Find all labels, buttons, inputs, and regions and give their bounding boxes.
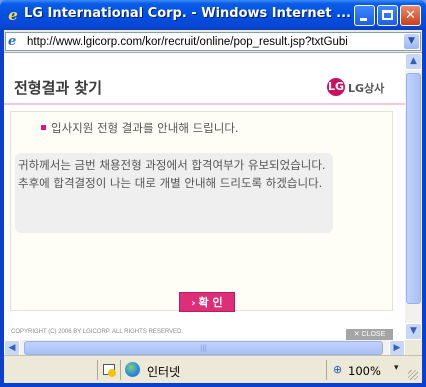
maximize-icon <box>382 10 393 20</box>
internet-explorer-icon: e <box>8 6 18 24</box>
scroll-left-icon[interactable]: ◀ <box>4 340 20 356</box>
status-bar: 인터넷 ⊕ 100% ▾ <box>4 355 422 383</box>
vertical-scroll-thumb[interactable] <box>406 73 421 304</box>
zoom-icon[interactable]: ⊕ <box>333 363 342 376</box>
horizontal-scroll-thumb[interactable]: ||| <box>24 341 383 355</box>
title-bar[interactable]: e LG International Corp. - Windows Inter… <box>0 0 426 30</box>
scroll-right-icon[interactable]: ▶ <box>389 340 405 356</box>
scrollbar-corner <box>405 340 422 356</box>
resize-grip[interactable] <box>408 370 418 380</box>
close-icon: ✕ <box>405 8 416 23</box>
address-field[interactable]: e http://www.lgicorp.com/kor/recruit/onl… <box>5 32 421 51</box>
copyright-text: COPYRIGHT (C) 2006 BY LGICORP. ALL RIGHT… <box>11 329 184 335</box>
result-message-line: 귀하께서는 금번 채용전형 과정에서 합격여부가 유보되었습니다. <box>18 158 326 172</box>
status-divider <box>326 360 327 380</box>
minimize-button[interactable] <box>354 5 375 26</box>
confirm-label: 확 인 <box>198 296 223 309</box>
notice-text: 입사지원 전형 결과를 안내해 드립니다. <box>51 121 239 135</box>
page-icon: e <box>8 34 17 49</box>
minimize-icon <box>360 18 367 21</box>
page-viewport: 전형결과 찾기 LG LG상사 입사지원 전형 결과를 안내해 드립니다. › 확… <box>4 52 422 356</box>
scroll-down-icon[interactable]: ▼ <box>405 323 422 340</box>
close-window-button[interactable]: ✕ <box>400 5 421 26</box>
address-url[interactable]: http://www.lgicorp.com/kor/recruit/onlin… <box>27 34 403 50</box>
security-zone-text[interactable]: 인터넷 <box>147 363 180 380</box>
scroll-up-icon[interactable]: ▲ <box>405 53 422 70</box>
lg-logo-icon: LG <box>327 78 345 96</box>
result-message-line: 추후에 합격결정이 나는 대로 개별 안내해 드리도록 하겠습니다. <box>18 176 323 190</box>
confirm-button[interactable]: › 확 인 <box>179 292 235 312</box>
status-divider <box>97 360 98 380</box>
page-title: 전형결과 찾기 <box>14 79 103 97</box>
vertical-scrollbar[interactable]: ▲ ▼ <box>405 53 422 340</box>
page-content: 전형결과 찾기 LG LG상사 입사지원 전형 결과를 안내해 드립니다. › 확… <box>4 53 405 340</box>
address-bar: e http://www.lgicorp.com/kor/recruit/onl… <box>4 30 422 52</box>
zoom-dropdown-icon[interactable]: ▾ <box>394 363 399 373</box>
zoom-level[interactable]: 100% <box>348 364 381 378</box>
title-divider <box>4 103 405 105</box>
bullet-icon <box>41 125 46 130</box>
horizontal-scrollbar[interactable]: ◀ ||| ▶ <box>4 340 405 356</box>
globe-icon <box>125 362 140 377</box>
window-title: LG International Corp. - Windows Interne… <box>24 6 351 21</box>
browser-window: e LG International Corp. - Windows Inter… <box>0 0 426 387</box>
status-divider <box>120 360 121 380</box>
close-popup-button[interactable]: ✕ CLOSE <box>346 329 393 340</box>
lg-logo-text: LG상사 <box>348 82 385 95</box>
result-panel: 입사지원 전형 결과를 안내해 드립니다. › 확 인 <box>10 111 393 312</box>
address-dropdown-icon[interactable]: ▼ <box>404 34 419 49</box>
maximize-button[interactable] <box>377 5 398 26</box>
chevron-right-icon: › <box>191 298 196 309</box>
popup-blocked-icon[interactable] <box>103 364 116 377</box>
